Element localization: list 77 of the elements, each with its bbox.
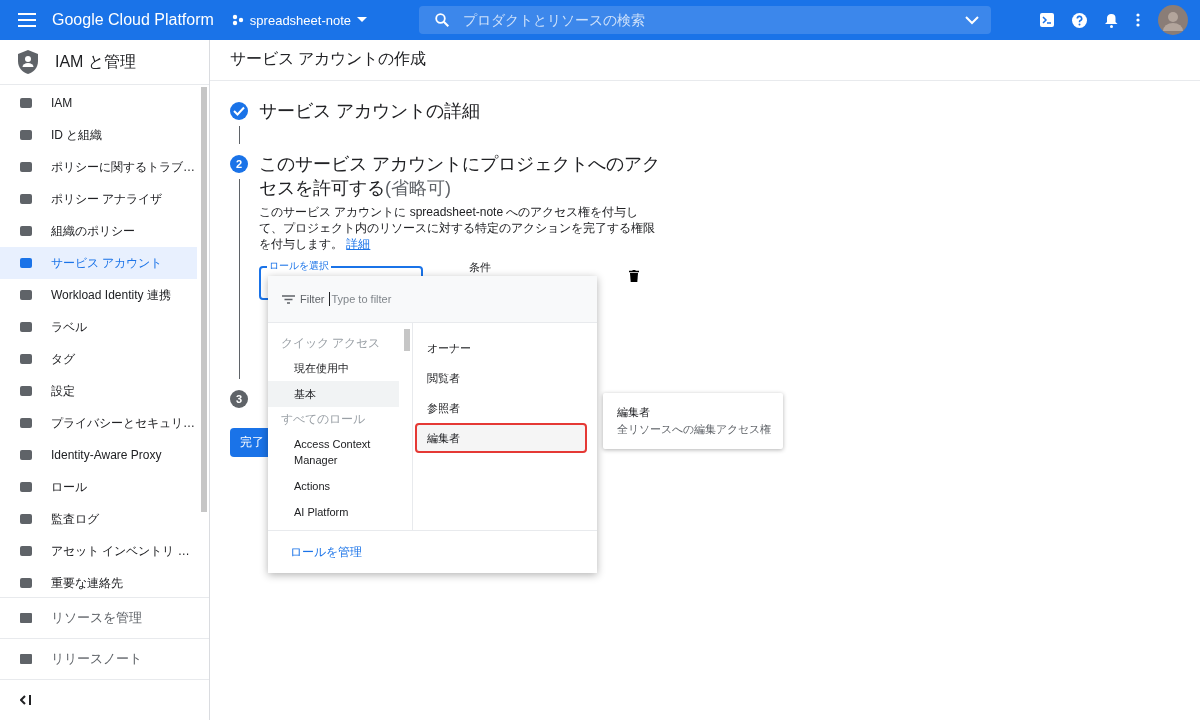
menu-icon[interactable] [18, 13, 36, 27]
step-badge: 2 [230, 155, 248, 173]
caret-icon [357, 17, 368, 23]
sidebar-footer-link[interactable]: リソースを管理 [0, 598, 209, 639]
chevron-down-icon[interactable] [965, 16, 980, 25]
square-icon [20, 578, 32, 588]
manage-roles-link[interactable]: ロールを管理 [290, 544, 362, 560]
square-icon [20, 450, 32, 460]
category-item[interactable]: Actions [268, 473, 412, 499]
sidebar-item[interactable]: ポリシー アナライザ [0, 183, 197, 215]
product-name[interactable]: Google Cloud Platform [52, 11, 214, 29]
role-option[interactable]: オーナー [415, 333, 587, 363]
sidebar-item[interactable]: タグ [0, 343, 197, 375]
condition-label: 条件 [469, 260, 491, 275]
step-title: サービス アカウントの詳細 [259, 100, 481, 123]
role-option[interactable]: 参照者 [415, 393, 587, 423]
terminal-icon[interactable] [1040, 13, 1054, 27]
role-option[interactable]: 編集者 [415, 423, 587, 453]
category-heading: クイック アクセス [280, 335, 382, 352]
square-icon [20, 130, 32, 140]
collapse-icon[interactable] [20, 695, 32, 705]
role-option[interactable]: 閲覧者 [415, 363, 587, 393]
square-icon [20, 613, 32, 623]
category-item[interactable]: 現在使用中 [268, 355, 412, 381]
category-item[interactable]: AI Platform [268, 499, 412, 525]
sidebar-item[interactable]: Identity-Aware Proxy [0, 439, 197, 471]
sidebar-item[interactable]: ロール [0, 471, 197, 503]
square-icon [20, 514, 32, 524]
shield-icon [18, 50, 38, 74]
search-icon [435, 13, 450, 27]
step-description: このサービス アカウントに spreadsheet-note へのアクセス権を付与して、プロジェクト内のリソースに対する特定のアクションを完了する権限を付与します。 詳細 [259, 204, 656, 252]
scrollbar-thumb[interactable] [404, 329, 410, 351]
category-item[interactable]: 基本 [268, 381, 399, 407]
sidebar-item[interactable]: 設定 [0, 375, 197, 407]
square-icon [20, 482, 32, 492]
page-title: サービス アカウントの作成 [210, 40, 1200, 81]
sidebar-item[interactable]: ID と組織 [0, 119, 197, 151]
sidebar-title: IAM と管理 [55, 51, 136, 72]
sidebar-item[interactable]: アセット インベントリ … [0, 535, 197, 567]
sidebar-item[interactable]: Workload Identity 連携 [0, 279, 197, 311]
delete-icon[interactable] [629, 270, 639, 282]
filter-label: Filter [300, 293, 325, 305]
sidebar-item[interactable]: 監査ログ [0, 503, 197, 535]
sidebar-item[interactable]: プライバシーとセキュリ… [0, 407, 197, 439]
sidebar-item[interactable]: ラベル [0, 311, 197, 343]
tooltip-title: 編集者 [617, 405, 651, 420]
step-title: このサービス アカウントにプロジェクトへのアクセスを許可する(省略可) [259, 153, 661, 200]
square-icon [20, 546, 32, 556]
square-icon [20, 162, 32, 172]
scrollbar-thumb[interactable] [201, 87, 207, 512]
sidebar-item[interactable]: 重要な連絡先 [0, 567, 197, 597]
square-icon [20, 226, 32, 236]
help-icon[interactable] [1072, 12, 1087, 28]
sidebar-footer-link[interactable]: リリースノート [0, 639, 209, 680]
square-icon [20, 194, 32, 204]
square-icon [20, 418, 32, 428]
filter-icon [282, 294, 295, 304]
step-badge: 3 [230, 390, 248, 408]
square-icon [20, 654, 32, 664]
bell-icon[interactable] [1105, 12, 1118, 28]
sidebar-item[interactable]: サービス アカウント [0, 247, 197, 279]
sidebar-item[interactable]: IAM [0, 87, 197, 119]
sidebar-item[interactable]: ポリシーに関するトラブ… [0, 151, 197, 183]
category-heading: すべてのロール [280, 411, 366, 428]
filter-input[interactable]: Type to filter [329, 292, 454, 306]
square-icon [20, 354, 32, 364]
tooltip-description: 全リソースへの編集アクセス権 [617, 423, 771, 437]
project-icon [231, 14, 244, 26]
square-icon [20, 98, 32, 108]
project-selector[interactable]: spreadsheet-note [231, 12, 368, 28]
square-icon [20, 258, 32, 268]
square-icon [20, 290, 32, 300]
square-icon [20, 386, 32, 396]
sidebar-item[interactable]: 組織のポリシー [0, 215, 197, 247]
square-icon [20, 322, 32, 332]
more-icon[interactable] [1136, 13, 1140, 27]
learn-more-link[interactable]: 詳細 [346, 237, 371, 251]
